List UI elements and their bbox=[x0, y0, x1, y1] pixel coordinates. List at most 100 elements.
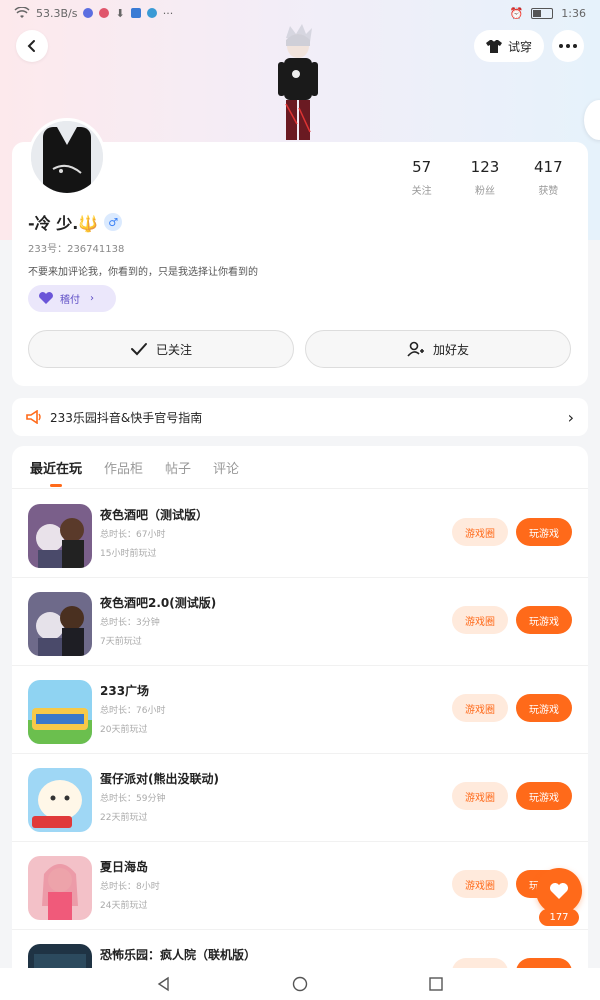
play-game-button[interactable]: 玩游戏 bbox=[516, 782, 572, 810]
stat-followers[interactable]: 123 粉丝 bbox=[453, 158, 516, 197]
back-button[interactable] bbox=[16, 30, 48, 62]
nav-home-icon[interactable] bbox=[292, 976, 308, 992]
game-title: 夜色酒吧2.0(测试版) bbox=[100, 596, 217, 610]
like-count: 177 bbox=[539, 909, 579, 926]
add-friend-button[interactable]: 加好友 bbox=[305, 330, 571, 368]
stat-label: 获赞 bbox=[538, 186, 559, 197]
game-last-played: 24天前玩过 bbox=[100, 901, 148, 911]
app-notification-icon bbox=[83, 8, 94, 18]
more-notifications-icon: ··· bbox=[162, 6, 174, 20]
megaphone-icon bbox=[26, 410, 41, 424]
game-playtime: 总时长：76小时 bbox=[100, 706, 166, 716]
game-last-played: 15小时前玩过 bbox=[100, 549, 157, 559]
game-icon[interactable] bbox=[28, 592, 92, 656]
chevron-right-icon: › bbox=[567, 407, 574, 427]
game-playtime: 总时长：8小时 bbox=[100, 882, 160, 892]
add-user-icon bbox=[407, 341, 424, 357]
tab-bar: 最近在玩 作品柜 帖子 评论 bbox=[30, 458, 239, 487]
network-speed: 53.3B/s bbox=[36, 6, 78, 20]
game-row[interactable]: 蛋仔派对(熊出没联动) 总时长：59分钟 22天前玩过 游戏圈 玩游戏 bbox=[12, 754, 588, 842]
tshirt-icon bbox=[485, 40, 502, 53]
checkmark-icon bbox=[130, 343, 147, 356]
notice-bar[interactable]: 233乐园抖音&快手官号指南 › bbox=[12, 398, 588, 436]
game-title: 蛋仔派对(熊出没联动) bbox=[100, 772, 219, 786]
follow-label: 已关注 bbox=[155, 342, 192, 357]
nav-recents-icon[interactable] bbox=[428, 976, 444, 992]
stat-number: 417 bbox=[534, 158, 563, 176]
heart-icon bbox=[39, 292, 53, 304]
tab-recently-played[interactable]: 最近在玩 bbox=[30, 458, 82, 487]
notice-text: 233乐园抖音&快手官号指南 bbox=[50, 410, 203, 425]
game-playtime: 总时长：59分钟 bbox=[100, 794, 166, 804]
divider bbox=[12, 488, 588, 489]
battery-icon bbox=[531, 7, 554, 19]
game-circle-button[interactable]: 游戏圈 bbox=[452, 782, 508, 810]
clock: 1:36 bbox=[561, 6, 586, 20]
play-game-button[interactable]: 玩游戏 bbox=[516, 518, 572, 546]
character-avatar-figure[interactable] bbox=[272, 24, 324, 142]
more-options-button[interactable] bbox=[552, 30, 584, 62]
user-bio: 不要来加评论我，你看到的，只是我选择让你看到的 bbox=[28, 267, 258, 278]
game-title: 恐怖乐园：疯人院（联机版） bbox=[100, 948, 257, 962]
try-on-label: 试穿 bbox=[507, 39, 532, 54]
chevron-right-icon: › bbox=[90, 293, 94, 304]
game-last-played: 22天前玩过 bbox=[100, 813, 148, 823]
stat-number: 123 bbox=[470, 158, 500, 176]
play-game-button[interactable]: 玩游戏 bbox=[516, 606, 572, 634]
content-section: 最近在玩 作品柜 帖子 评论 夜色酒吧（测试版） 总时长：67小时 15小时前玩… bbox=[12, 446, 588, 1000]
app-notification-icon bbox=[130, 8, 141, 18]
play-game-button[interactable]: 玩游戏 bbox=[516, 694, 572, 722]
tag-pill[interactable]: 稽付 › bbox=[28, 285, 116, 312]
user-id[interactable]: 233号：236741138 bbox=[28, 240, 124, 255]
chevron-left-icon bbox=[27, 40, 35, 52]
game-icon[interactable] bbox=[28, 504, 92, 568]
wifi-icon bbox=[14, 7, 30, 18]
stat-following[interactable]: 57 关注 bbox=[390, 158, 453, 197]
try-on-button[interactable]: 试穿 bbox=[474, 30, 544, 62]
game-icon[interactable] bbox=[28, 680, 92, 744]
game-title: 夏日海岛 bbox=[100, 860, 149, 874]
game-row[interactable]: 夏日海岛 总时长：8小时 24天前玩过 游戏圈 玩游戏 bbox=[12, 842, 588, 930]
add-friend-label: 加好友 bbox=[432, 342, 469, 357]
game-cover-image bbox=[28, 768, 92, 832]
username-row: -冷 少.🔱 ♂ bbox=[28, 210, 123, 234]
alarm-icon: ⏰ bbox=[509, 6, 524, 20]
game-icon[interactable] bbox=[28, 856, 92, 920]
game-row[interactable]: 233广场 总时长：76小时 20天前玩过 游戏圈 玩游戏 bbox=[12, 666, 588, 754]
game-circle-button[interactable]: 游戏圈 bbox=[452, 870, 508, 898]
tab-works[interactable]: 作品柜 bbox=[104, 458, 143, 487]
nav-back-icon[interactable] bbox=[156, 976, 172, 992]
game-last-played: 7天前玩过 bbox=[100, 637, 142, 647]
app-notification-icon bbox=[99, 8, 110, 18]
follow-button[interactable]: 已关注 bbox=[28, 330, 294, 368]
tab-posts[interactable]: 帖子 bbox=[165, 458, 191, 487]
stat-likes[interactable]: 417 获赞 bbox=[517, 158, 580, 197]
game-icon[interactable] bbox=[28, 768, 92, 832]
game-row[interactable]: 夜色酒吧2.0(测试版) 总时长：3分钟 7天前玩过 游戏圈 玩游戏 bbox=[12, 578, 588, 666]
game-row[interactable]: 夜色酒吧（测试版） 总时长：67小时 15小时前玩过 游戏圈 玩游戏 bbox=[12, 490, 588, 578]
avatar[interactable] bbox=[28, 118, 106, 196]
username: -冷 少.🔱 bbox=[28, 214, 99, 233]
game-cover-image bbox=[28, 856, 92, 920]
game-playtime: 总时长：3分钟 bbox=[100, 618, 160, 628]
system-navigation-bar bbox=[0, 968, 600, 1000]
avatar-image bbox=[31, 121, 103, 193]
more-dots-icon bbox=[559, 44, 577, 48]
tag-label: 稽付 bbox=[60, 295, 80, 306]
stat-label: 关注 bbox=[411, 186, 432, 197]
tab-comments[interactable]: 评论 bbox=[213, 458, 239, 487]
app-notification-icon bbox=[146, 8, 157, 18]
game-circle-button[interactable]: 游戏圈 bbox=[452, 606, 508, 634]
download-icon: ⬇ bbox=[115, 6, 125, 20]
game-cover-image bbox=[28, 680, 92, 744]
male-icon: ♂ bbox=[104, 213, 123, 231]
game-circle-button[interactable]: 游戏圈 bbox=[452, 694, 508, 722]
stat-label: 粉丝 bbox=[474, 186, 495, 197]
game-cover-image bbox=[28, 592, 92, 656]
status-bar: 53.3B/s ⬇ ··· ⏰ 1:36 bbox=[0, 0, 600, 26]
game-circle-button[interactable]: 游戏圈 bbox=[452, 518, 508, 546]
game-title: 夜色酒吧（测试版） bbox=[100, 508, 209, 522]
like-fab-button[interactable] bbox=[536, 868, 582, 914]
game-title: 233广场 bbox=[100, 684, 150, 698]
stat-number: 57 bbox=[412, 158, 432, 176]
